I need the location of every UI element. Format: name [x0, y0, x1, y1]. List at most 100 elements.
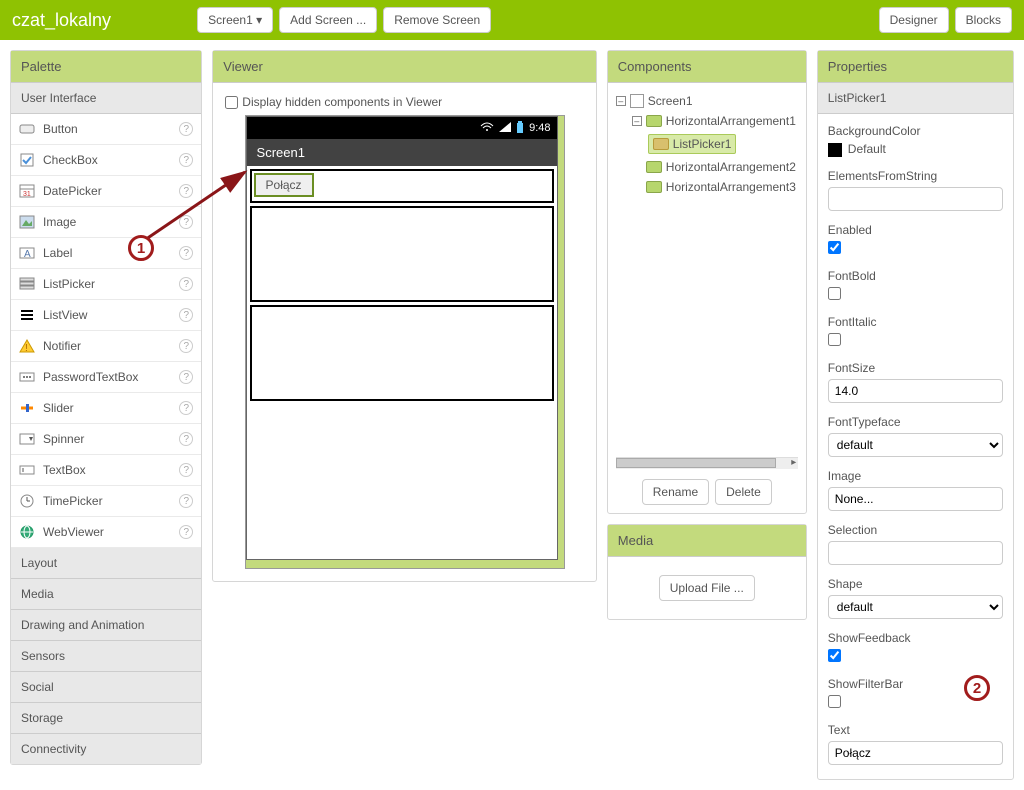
palette-panel: Palette User Interface Button ? CheckBox… [10, 50, 202, 765]
help-icon[interactable]: ? [179, 122, 193, 136]
prop-showfeedback-checkbox[interactable] [828, 649, 841, 662]
annotation-1: 1 [128, 235, 154, 261]
palette-item-webviewer[interactable]: WebViewer ? [11, 517, 201, 548]
help-icon[interactable]: ? [179, 246, 193, 260]
status-time: 9:48 [529, 122, 550, 134]
palette-category-layout[interactable]: Layout [11, 548, 201, 579]
timepicker-icon [19, 493, 35, 509]
palette-item-passwordtextbox[interactable]: PasswordTextBox ? [11, 362, 201, 393]
component-scrollbar[interactable]: ◂ ▸ [616, 457, 798, 469]
prop-enabled-checkbox[interactable] [828, 241, 841, 254]
checkbox-icon [19, 152, 35, 168]
help-icon[interactable]: ? [179, 401, 193, 415]
help-icon[interactable]: ? [179, 494, 193, 508]
palette-item-label[interactable]: A Label ? [11, 238, 201, 269]
scroll-thumb[interactable] [616, 458, 776, 468]
tree-node-ha2[interactable]: HorizontalArrangement2 [632, 157, 798, 177]
delete-button[interactable]: Delete [715, 479, 772, 505]
preview-horizontalarrangement1[interactable]: Połącz [250, 169, 554, 203]
screen-dropdown[interactable]: Screen1 ▾ [197, 7, 273, 33]
prop-showfeedback-label: ShowFeedback [828, 631, 1003, 645]
media-panel: Media Upload File ... [607, 524, 807, 620]
palette-item-slider[interactable]: Slider ? [11, 393, 201, 424]
palette-item-button[interactable]: Button ? [11, 114, 201, 145]
tree-node-ha1[interactable]: – HorizontalArrangement1 [632, 111, 798, 131]
preview-horizontalarrangement2[interactable] [250, 206, 554, 302]
prop-backgroundcolor-label: BackgroundColor [828, 124, 1003, 138]
rename-button[interactable]: Rename [642, 479, 709, 505]
remove-screen-button[interactable]: Remove Screen [383, 7, 491, 33]
palette-item-spinner[interactable]: Spinner ? [11, 424, 201, 455]
layout-icon [646, 181, 662, 193]
tree-node-ha3[interactable]: HorizontalArrangement3 [632, 177, 798, 197]
phone-appbar: Screen1 [247, 139, 557, 166]
help-icon[interactable]: ? [179, 463, 193, 477]
preview-horizontalarrangement3[interactable] [250, 305, 554, 401]
prop-selection-input[interactable] [828, 541, 1003, 565]
layout-icon [646, 115, 662, 127]
prop-elementsfromstring-input[interactable] [828, 187, 1003, 211]
caret-down-icon: ▾ [256, 13, 262, 27]
palette-category-social[interactable]: Social [11, 672, 201, 703]
palette-item-image[interactable]: Image ? [11, 207, 201, 238]
palette-category-drawing[interactable]: Drawing and Animation [11, 610, 201, 641]
phone-preview: 9:48 Screen1 Połącz [245, 115, 565, 569]
collapse-icon[interactable]: – [616, 96, 626, 106]
prop-backgroundcolor-value[interactable]: Default [828, 142, 1003, 157]
prop-showfilterbar-checkbox[interactable] [828, 695, 841, 708]
palette-item-notifier[interactable]: ! Notifier ? [11, 331, 201, 362]
components-header: Components [608, 51, 806, 83]
display-hidden-checkbox[interactable] [225, 96, 238, 109]
help-icon[interactable]: ? [179, 525, 193, 539]
help-icon[interactable]: ? [179, 184, 193, 198]
properties-header: Properties [818, 51, 1013, 83]
prop-fonttypeface-select[interactable]: default [828, 433, 1003, 457]
upload-file-button[interactable]: Upload File ... [659, 575, 755, 601]
prop-fontbold-checkbox[interactable] [828, 287, 841, 300]
palette-item-textbox[interactable]: TextBox ? [11, 455, 201, 486]
palette-category-connectivity[interactable]: Connectivity [11, 734, 201, 764]
designer-button[interactable]: Designer [879, 7, 949, 33]
listview-icon [19, 307, 35, 323]
blocks-button[interactable]: Blocks [955, 7, 1012, 33]
prop-enabled-label: Enabled [828, 223, 1003, 237]
scroll-right-icon[interactable]: ▸ [788, 457, 800, 468]
prop-fontsize-input[interactable] [828, 379, 1003, 403]
help-icon[interactable]: ? [179, 370, 193, 384]
display-hidden-label: Display hidden components in Viewer [242, 95, 442, 109]
wifi-icon [480, 122, 494, 135]
help-icon[interactable]: ? [179, 215, 193, 229]
help-icon[interactable]: ? [179, 432, 193, 446]
palette-item-timepicker[interactable]: TimePicker ? [11, 486, 201, 517]
prop-text-input[interactable] [828, 741, 1003, 765]
screen-icon [630, 94, 644, 108]
palette-category-open[interactable]: User Interface [11, 83, 201, 114]
palette-item-listview[interactable]: ListView ? [11, 300, 201, 331]
viewer-header: Viewer [213, 51, 596, 83]
palette-item-listpicker[interactable]: ListPicker ? [11, 269, 201, 300]
viewer-panel: Viewer Display hidden components in View… [212, 50, 597, 582]
tree-node-screen1[interactable]: – Screen1 [616, 91, 798, 111]
tree-node-listpicker1[interactable]: ListPicker1 [648, 131, 798, 157]
prop-fontbold-label: FontBold [828, 269, 1003, 283]
palette-item-datepicker[interactable]: 31 DatePicker ? [11, 176, 201, 207]
add-screen-button[interactable]: Add Screen ... [279, 7, 377, 33]
help-icon[interactable]: ? [179, 339, 193, 353]
prop-elementsfromstring-label: ElementsFromString [828, 169, 1003, 183]
prop-shape-select[interactable]: default [828, 595, 1003, 619]
prop-fontsize-label: FontSize [828, 361, 1003, 375]
prop-fontitalic-checkbox[interactable] [828, 333, 841, 346]
color-swatch-icon [828, 143, 842, 157]
help-icon[interactable]: ? [179, 153, 193, 167]
preview-empty-area[interactable] [250, 404, 554, 556]
prop-image-label: Image [828, 469, 1003, 483]
svg-text:31: 31 [23, 191, 31, 198]
prop-image-input[interactable] [828, 487, 1003, 511]
palette-category-media[interactable]: Media [11, 579, 201, 610]
palette-category-sensors[interactable]: Sensors [11, 641, 201, 672]
preview-listpicker1[interactable]: Połącz [254, 173, 314, 197]
collapse-icon[interactable]: – [632, 116, 642, 126]
help-icon[interactable]: ? [179, 277, 193, 291]
palette-item-checkbox[interactable]: CheckBox ? [11, 145, 201, 176]
help-icon[interactable]: ? [179, 308, 193, 322]
